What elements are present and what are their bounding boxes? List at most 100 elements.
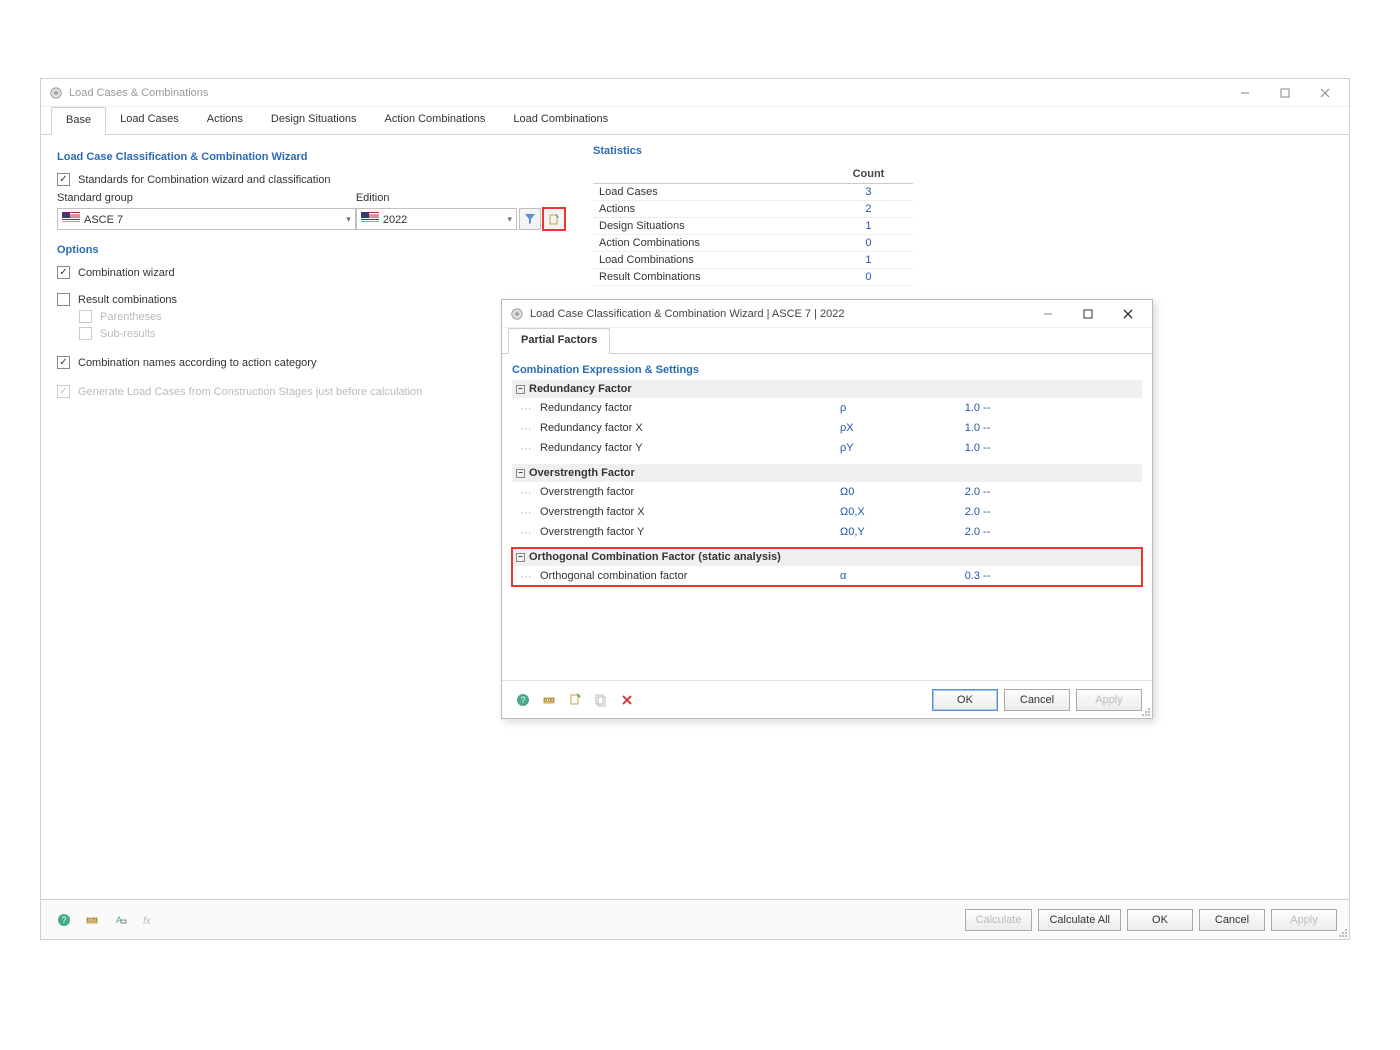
param-unit: --	[980, 486, 994, 498]
inner-minimize-button[interactable]	[1028, 301, 1068, 327]
param-value[interactable]: 0.3	[910, 570, 980, 582]
svg-text:0.00: 0.00	[544, 698, 554, 704]
close-button[interactable]	[1305, 80, 1345, 106]
filter-button[interactable]	[519, 208, 541, 230]
main-tabs: Base Load Cases Actions Design Situation…	[41, 107, 1349, 135]
help-icon[interactable]: ?	[512, 690, 534, 710]
param-row[interactable]: ⋯Overstrength factor YΩ0,Y2.0--	[512, 522, 1142, 542]
param-row[interactable]: ⋯Redundancy factor YρY1.0--	[512, 438, 1142, 458]
collapse-icon[interactable]: −	[516, 385, 525, 394]
param-row[interactable]: ⋯Redundancy factor XρX1.0--	[512, 418, 1142, 438]
maximize-button[interactable]	[1265, 80, 1305, 106]
param-value[interactable]: 2.0	[910, 526, 980, 538]
wizard-panel: Load Case Classification & Combination W…	[41, 135, 581, 899]
svg-text:?: ?	[520, 695, 525, 705]
text-settings-icon[interactable]: A	[109, 910, 131, 930]
result-combos-checkbox[interactable]	[57, 293, 70, 306]
param-row[interactable]: ⋯Overstrength factorΩ02.0--	[512, 482, 1142, 502]
cancel-button[interactable]: Cancel	[1199, 909, 1265, 931]
titlebar: Load Cases & Combinations	[41, 79, 1349, 107]
inner-ok-button[interactable]: OK	[932, 689, 998, 711]
param-label: Overstrength factor Y	[540, 526, 840, 538]
statistics-heading: Statistics	[593, 145, 1333, 157]
help-icon[interactable]: ?	[53, 910, 75, 930]
tab-action-combinations[interactable]: Action Combinations	[370, 107, 499, 134]
copy-icon[interactable]	[590, 690, 612, 710]
us-flag-icon	[361, 212, 379, 223]
inner-maximize-button[interactable]	[1068, 301, 1108, 327]
group-header[interactable]: −Redundancy Factor	[512, 380, 1142, 398]
edition-label: Edition	[356, 192, 565, 204]
param-symbol: ρY	[840, 442, 910, 454]
combo-wizard-label: Combination wizard	[78, 267, 175, 279]
outer-footer: ? 0.00 A fx Calculate Calculate All OK C…	[41, 899, 1349, 939]
app-icon	[49, 86, 63, 100]
calculate-button: Calculate	[965, 909, 1033, 931]
table-row: Actions2	[593, 201, 913, 218]
param-unit: --	[980, 442, 994, 454]
tab-partial-factors[interactable]: Partial Factors	[508, 328, 610, 354]
tab-design-situations[interactable]: Design Situations	[257, 107, 371, 134]
param-row[interactable]: ⋯Redundancy factorρ1.0--	[512, 398, 1142, 418]
param-group: −Orthogonal Combination Factor (static a…	[512, 548, 1142, 586]
subresults-checkbox	[79, 327, 92, 340]
group-header[interactable]: −Overstrength Factor	[512, 464, 1142, 482]
param-label: Overstrength factor X	[540, 506, 840, 518]
wizard-heading: Load Case Classification & Combination W…	[57, 151, 565, 163]
param-unit: --	[980, 422, 994, 434]
function-icon[interactable]: fx	[137, 910, 159, 930]
param-value[interactable]: 1.0	[910, 422, 980, 434]
tab-base[interactable]: Base	[51, 107, 106, 135]
edition-select[interactable]: 2022 ▾	[356, 208, 517, 230]
chevron-down-icon: ▾	[507, 214, 512, 225]
param-value[interactable]: 1.0	[910, 402, 980, 414]
standard-group-label: Standard group	[57, 192, 356, 204]
inner-window-title: Load Case Classification & Combination W…	[530, 308, 844, 320]
group-name: Overstrength Factor	[529, 467, 635, 479]
param-value[interactable]: 1.0	[910, 442, 980, 454]
resize-grip[interactable]	[1140, 706, 1150, 716]
ok-button[interactable]: OK	[1127, 909, 1193, 931]
param-row[interactable]: ⋯Orthogonal combination factorα0.3--	[512, 566, 1142, 586]
param-row[interactable]: ⋯Overstrength factor XΩ0,X2.0--	[512, 502, 1142, 522]
load-cases-combinations-window: Load Cases & Combinations Base Load Case…	[40, 78, 1350, 940]
group-name: Redundancy Factor	[529, 383, 632, 395]
svg-text:fx: fx	[143, 916, 152, 927]
param-symbol: Ω0,Y	[840, 526, 910, 538]
default-values-icon[interactable]: 0.00	[81, 910, 103, 930]
combo-wizard-checkbox[interactable]	[57, 266, 70, 279]
calculate-all-button[interactable]: Calculate All	[1038, 909, 1121, 931]
partial-factors-dialog: Load Case Classification & Combination W…	[501, 299, 1153, 719]
param-symbol: Ω0,X	[840, 506, 910, 518]
param-value[interactable]: 2.0	[910, 486, 980, 498]
chevron-down-icon: ▾	[346, 214, 351, 225]
parentheses-checkbox	[79, 310, 92, 323]
resize-grip[interactable]	[1337, 927, 1347, 937]
edit-standard-button[interactable]	[543, 208, 565, 230]
inner-cancel-button[interactable]: Cancel	[1004, 689, 1070, 711]
standards-checkbox[interactable]	[57, 173, 70, 186]
group-header[interactable]: −Orthogonal Combination Factor (static a…	[512, 548, 1142, 566]
param-label: Overstrength factor	[540, 486, 840, 498]
app-icon	[510, 307, 524, 321]
tab-load-cases[interactable]: Load Cases	[106, 107, 193, 134]
default-values-icon[interactable]: 0.00	[538, 690, 560, 710]
names-by-category-checkbox[interactable]	[57, 356, 70, 369]
standard-group-select[interactable]: ASCE 7 ▾	[57, 208, 356, 230]
minimize-button[interactable]	[1225, 80, 1265, 106]
tab-actions[interactable]: Actions	[193, 107, 257, 134]
delete-icon[interactable]	[616, 690, 638, 710]
param-value[interactable]: 2.0	[910, 506, 980, 518]
collapse-icon[interactable]: −	[516, 553, 525, 562]
svg-text:0.00: 0.00	[87, 918, 97, 924]
param-unit: --	[980, 506, 994, 518]
inner-close-button[interactable]	[1108, 301, 1148, 327]
count-header: Count	[824, 165, 913, 184]
param-group: −Redundancy Factor⋯Redundancy factorρ1.0…	[512, 380, 1142, 458]
tab-load-combinations[interactable]: Load Combinations	[499, 107, 622, 134]
new-icon[interactable]	[564, 690, 586, 710]
param-symbol: ρ	[840, 402, 910, 414]
collapse-icon[interactable]: −	[516, 469, 525, 478]
param-label: Redundancy factor X	[540, 422, 840, 434]
apply-button: Apply	[1271, 909, 1337, 931]
